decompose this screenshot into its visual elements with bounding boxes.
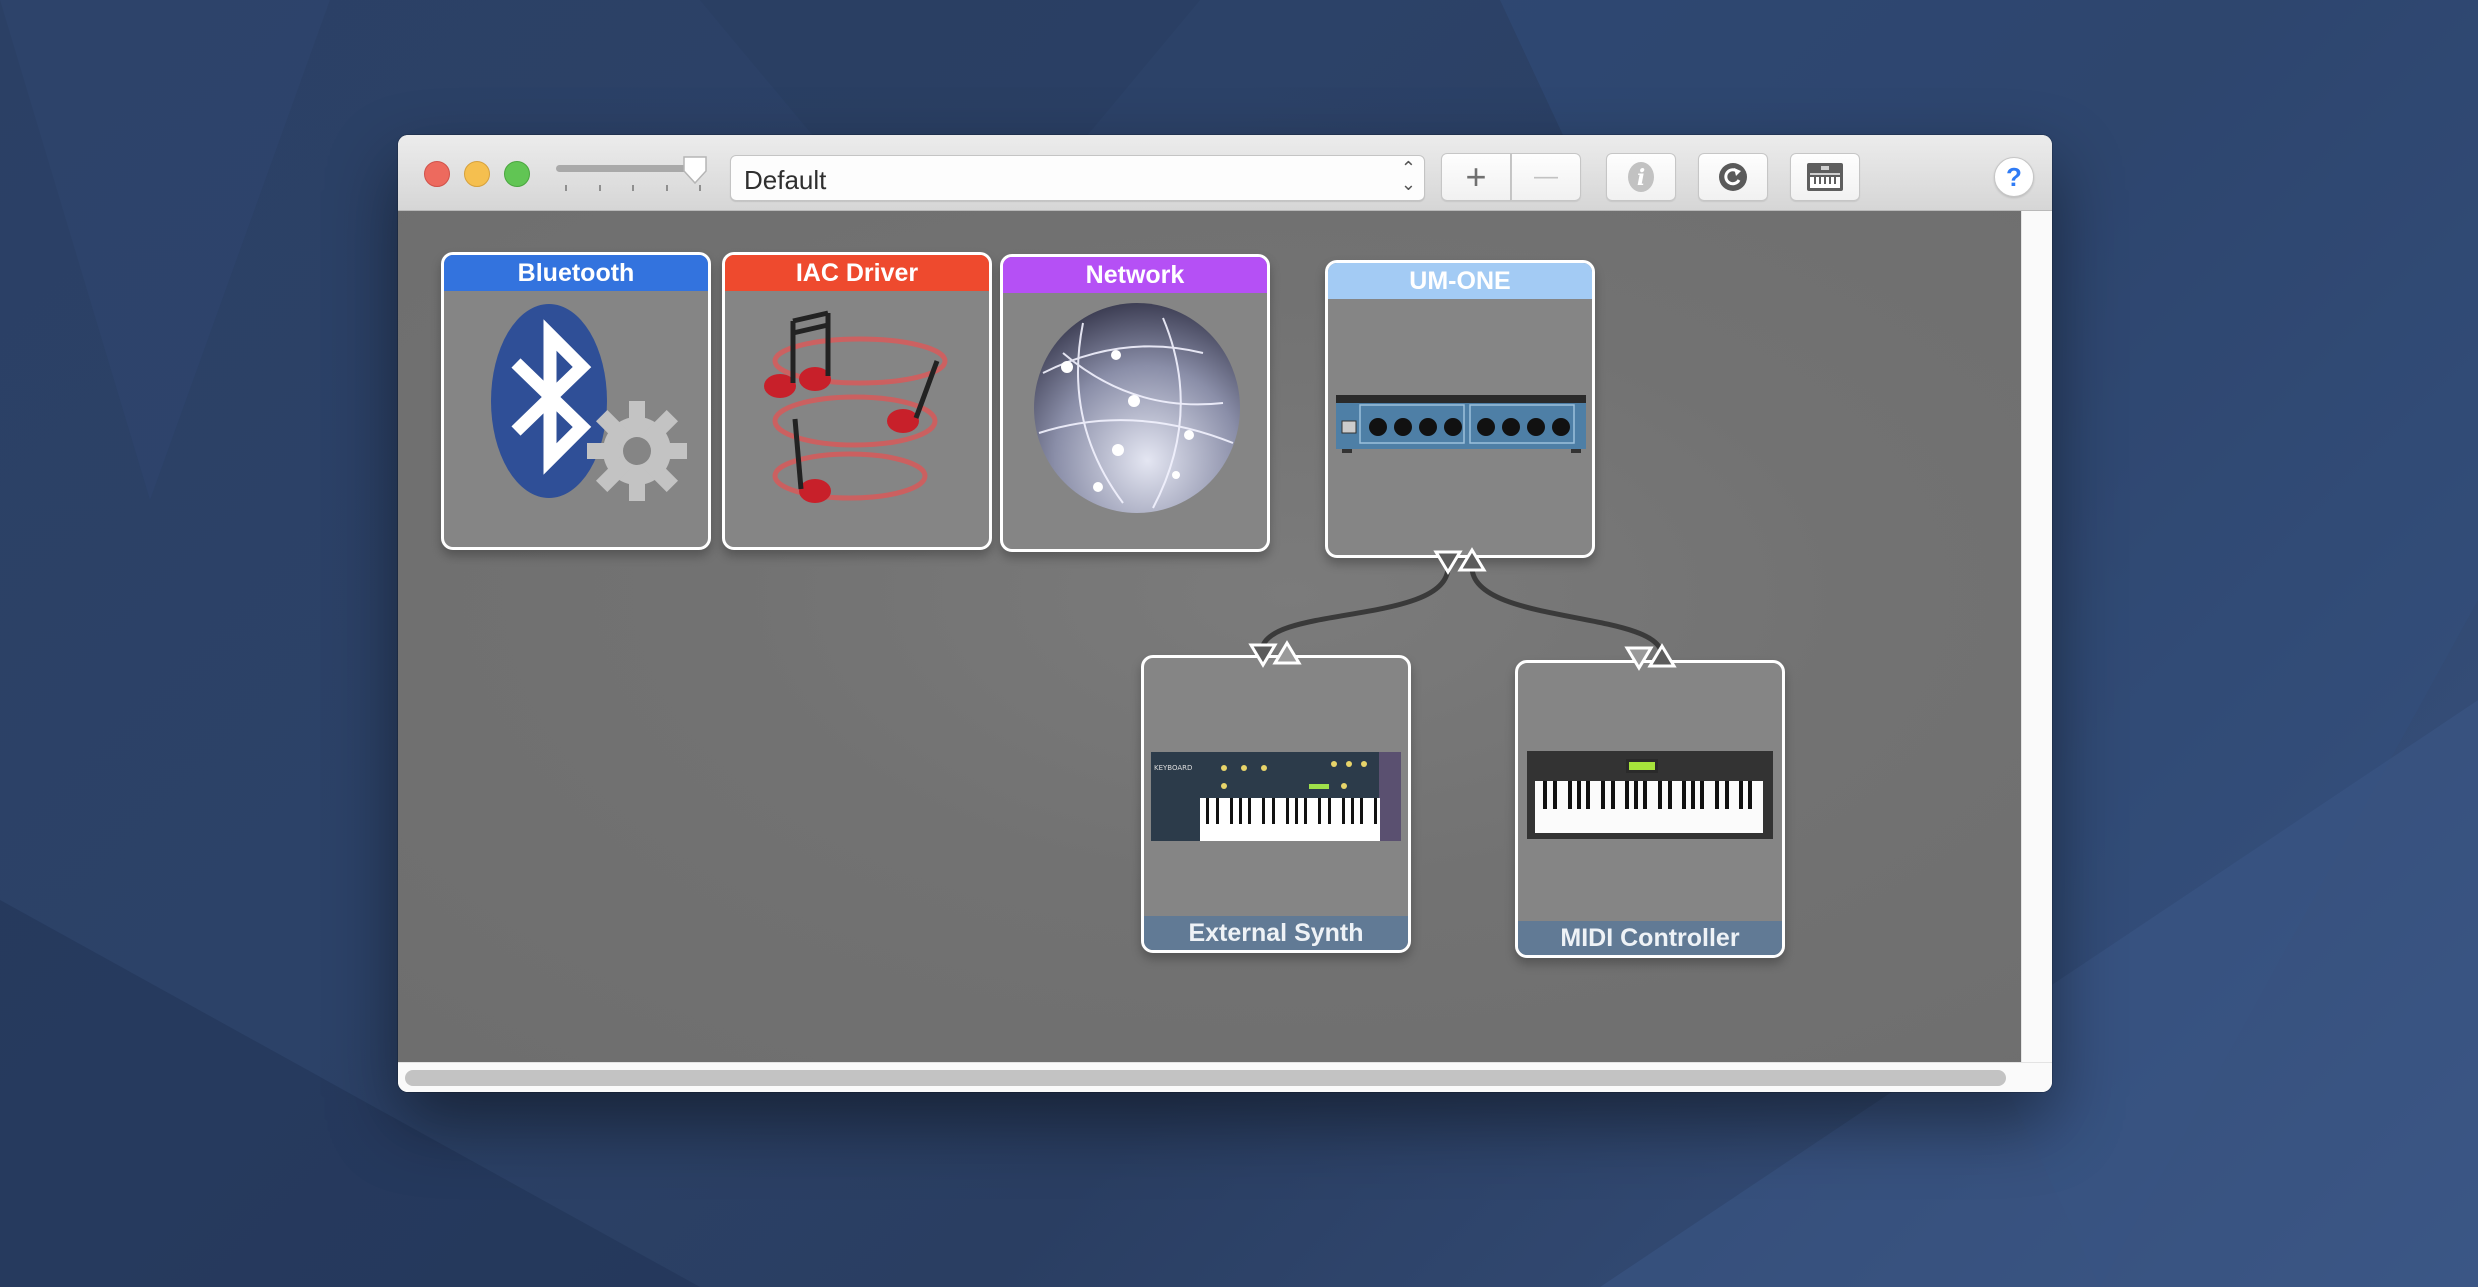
minimize-button[interactable]: [464, 161, 490, 187]
zoom-button[interactable]: [504, 161, 530, 187]
remove-device-button[interactable]: —: [1511, 153, 1581, 201]
synth-keyboard-icon: KEYBOARD: [1144, 658, 1408, 914]
device-name: External Synth: [1144, 916, 1408, 950]
midi-controller-icon: [1518, 663, 1782, 919]
device-external-synth[interactable]: KEYBOARD External Synth: [1141, 655, 1411, 953]
bluetooth-icon: [444, 291, 708, 511]
horizontal-scrollbar[interactable]: [398, 1062, 2052, 1092]
chevron-updown-icon: ⌃ ⌄: [1400, 158, 1416, 194]
toolbar: Default ⌃ ⌄ + — i ?: [398, 135, 2052, 211]
horizontal-scroll-thumb[interactable]: [405, 1070, 2006, 1086]
keyboard-icon: [1807, 163, 1843, 191]
svg-text:KEYBOARD: KEYBOARD: [1154, 764, 1192, 772]
network-globe-icon: [1003, 293, 1267, 513]
slider-thumb[interactable]: [681, 155, 709, 187]
device-network[interactable]: Network: [1000, 254, 1270, 552]
device-name: MIDI Controller: [1518, 921, 1782, 955]
show-info-button[interactable]: i: [1606, 153, 1676, 201]
music-notes-icon: [725, 291, 989, 511]
slider-tick: [565, 185, 567, 191]
device-iac-driver[interactable]: IAC Driver: [722, 252, 992, 550]
device-name: UM-ONE: [1328, 263, 1592, 299]
icon-size-slider[interactable]: [556, 155, 716, 195]
midi-interface-icon: [1328, 299, 1592, 519]
slider-track: [556, 165, 696, 172]
device-bluetooth[interactable]: Bluetooth: [441, 252, 711, 550]
device-name: Network: [1003, 257, 1267, 293]
plus-icon: +: [1465, 156, 1487, 197]
test-setup-button[interactable]: [1790, 153, 1860, 201]
svg-text:i: i: [1637, 165, 1645, 191]
help-button[interactable]: ?: [1994, 157, 2034, 197]
add-device-button[interactable]: +: [1441, 153, 1511, 201]
slider-tick: [632, 185, 634, 191]
slider-tick: [666, 185, 668, 191]
close-button[interactable]: [424, 161, 450, 187]
slider-tick: [599, 185, 601, 191]
rescan-icon: [1719, 163, 1747, 191]
device-midi-controller[interactable]: MIDI Controller: [1515, 660, 1785, 958]
info-icon: i: [1628, 162, 1654, 192]
device-um-one[interactable]: UM-ONE: [1325, 260, 1595, 558]
rescan-midi-button[interactable]: [1698, 153, 1768, 201]
vertical-scroll-track[interactable]: [2021, 211, 2052, 1062]
minus-icon: —: [1534, 163, 1558, 190]
configuration-value: Default: [744, 165, 827, 195]
help-icon: ?: [2006, 161, 2022, 192]
device-name: IAC Driver: [725, 255, 989, 291]
configuration-popup[interactable]: Default ⌃ ⌄: [730, 155, 1425, 201]
device-name: Bluetooth: [444, 255, 708, 291]
